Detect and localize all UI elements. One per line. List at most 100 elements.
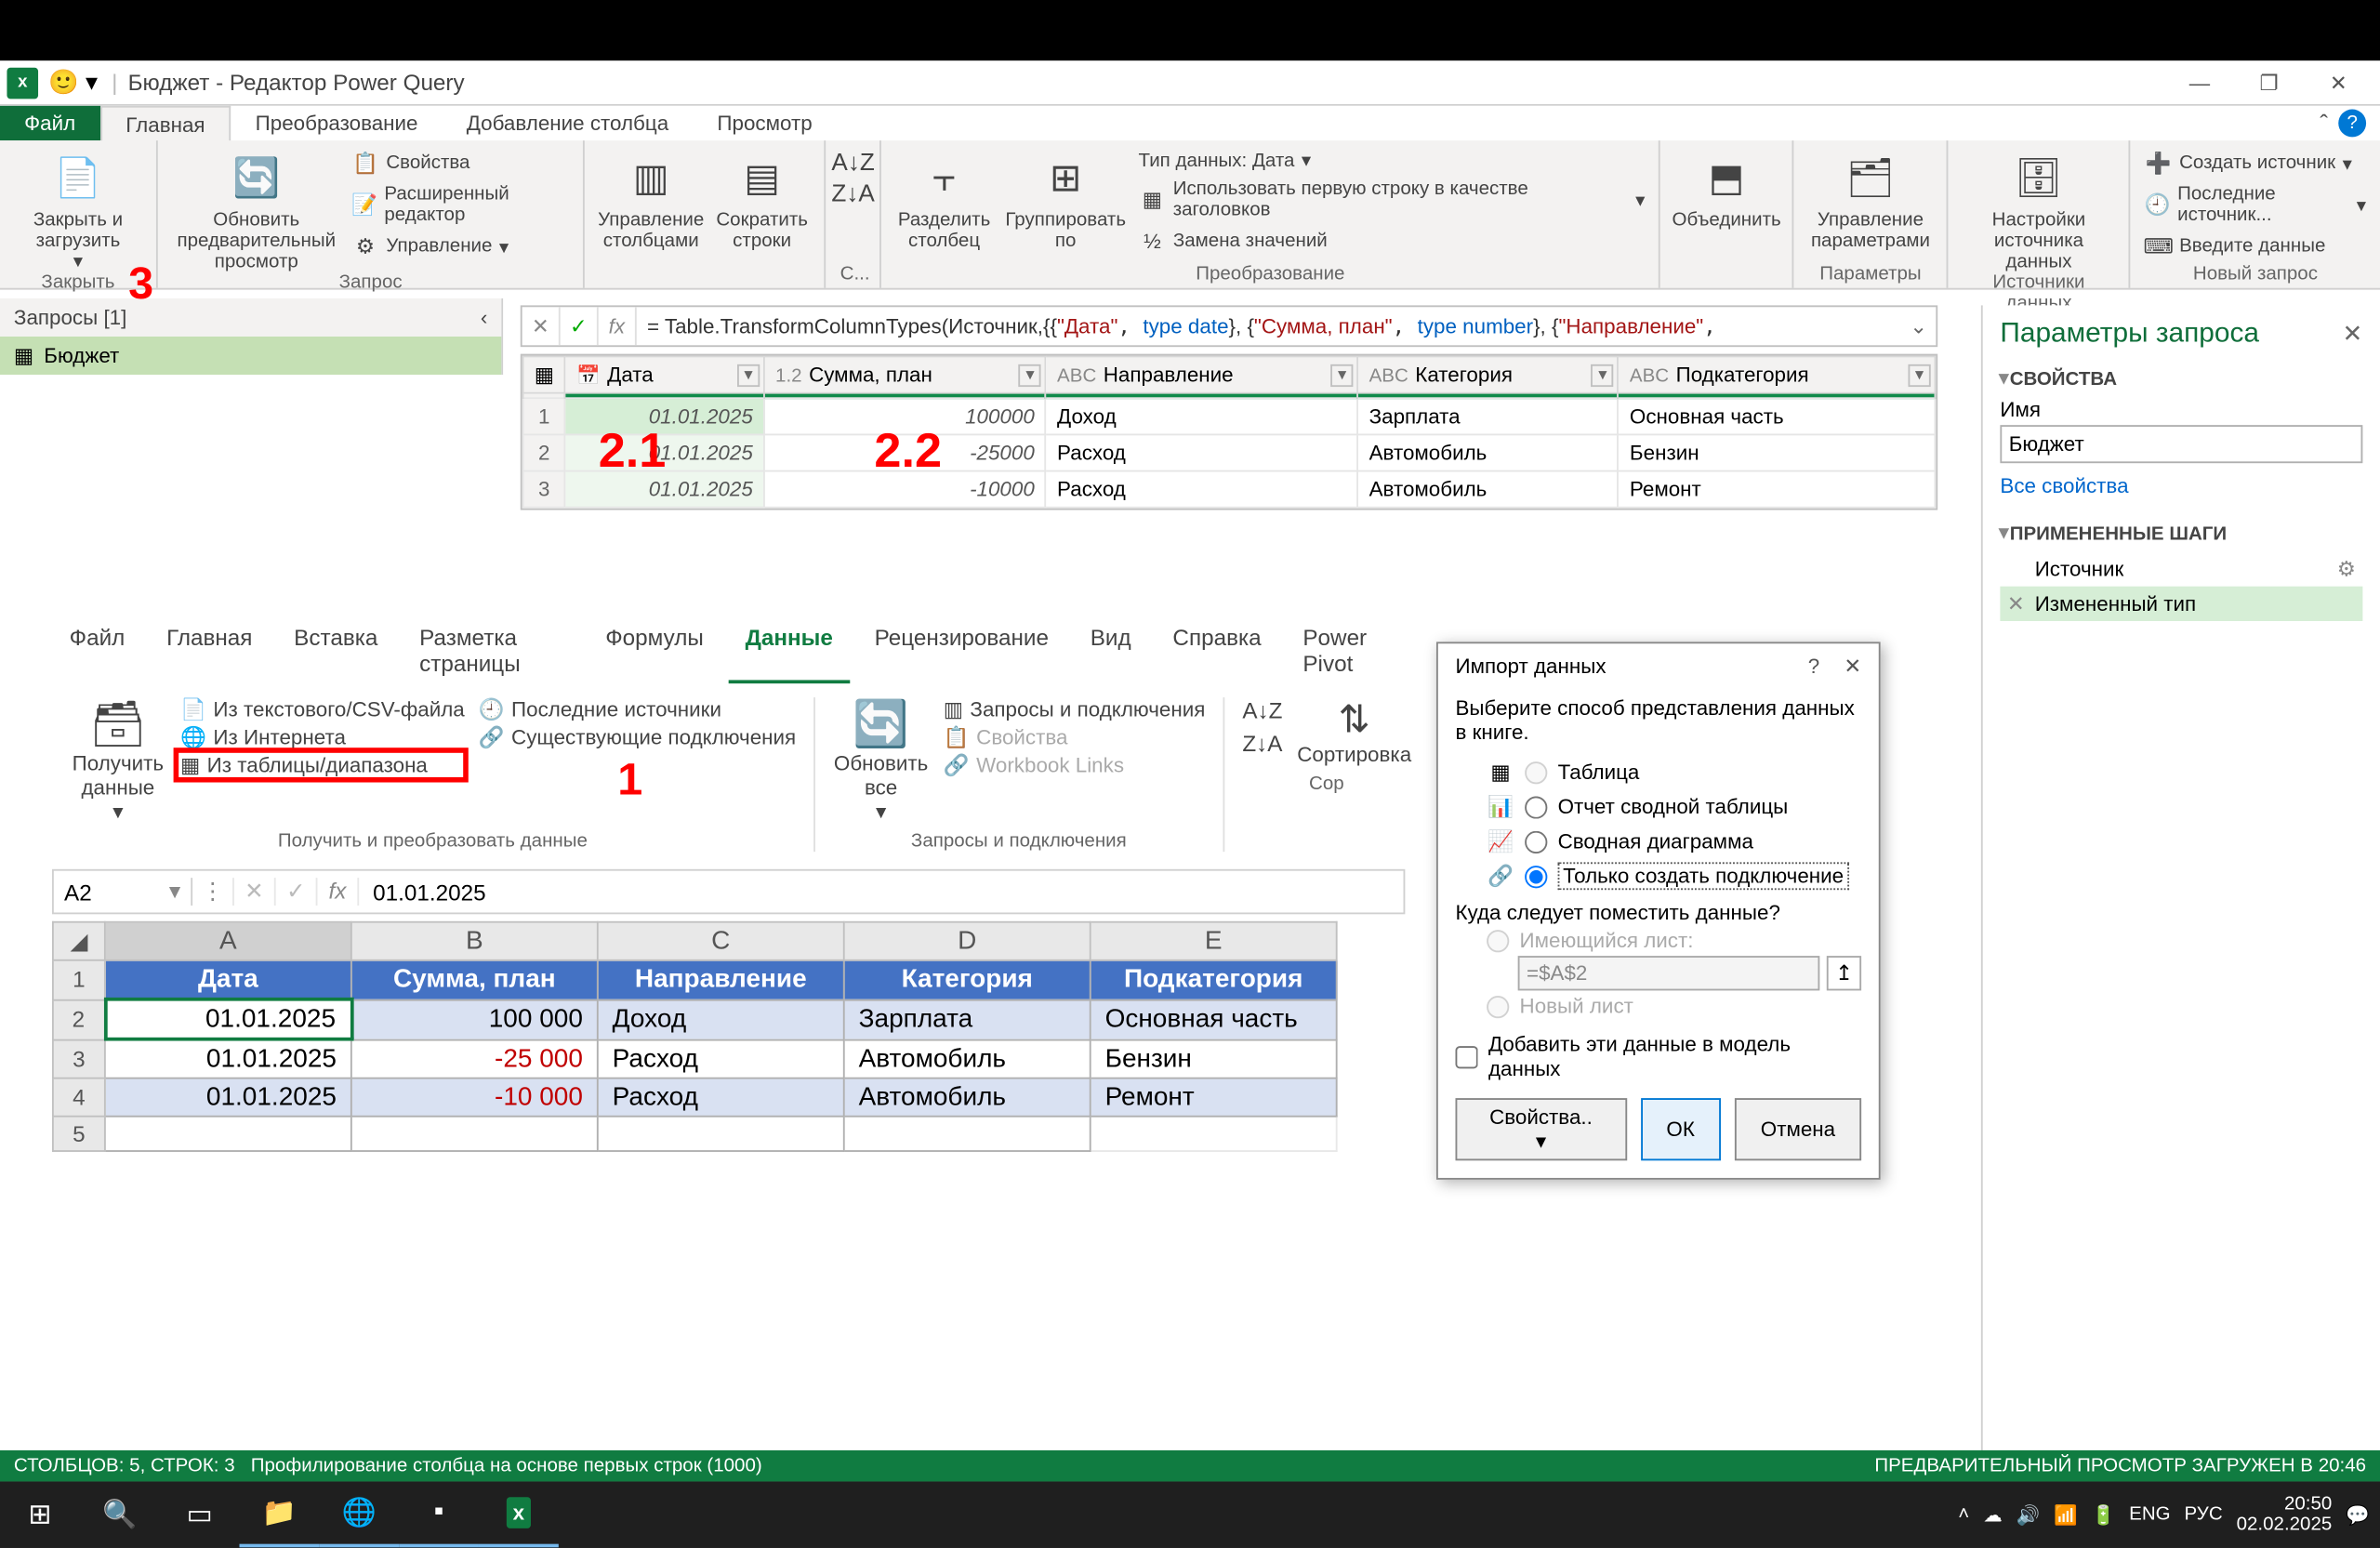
refresh-all-button[interactable]: 🔄 Обновить все ▾ [832,697,929,824]
excel-tab-review[interactable]: Рецензирование [857,617,1066,683]
collapse-icon[interactable]: ‹ [481,305,487,329]
sort-asc-icon[interactable]: A↓Z [831,148,874,176]
excel-button[interactable]: x [479,1481,559,1547]
reduce-rows-button[interactable]: ▤ Сократить строки [713,148,810,284]
split-column-button[interactable]: ⫟ Разделить столбец [895,148,992,264]
add-to-model-checkbox[interactable]: Добавить эти данные в модель данных [1455,1022,1861,1084]
col-B[interactable]: B [351,922,598,960]
existing-conn-button[interactable]: 🔗Существующие подключения [479,725,796,749]
close-panel-icon[interactable]: ✕ [2342,319,2362,351]
col-dir[interactable]: ABCНаправление▾ [1046,356,1358,392]
row-2-header[interactable]: 2 [53,999,105,1039]
status-profiling[interactable]: Профилирование столбца на основе первых … [251,1455,762,1475]
replace-values-button[interactable]: ½Замена значений [1139,226,1646,258]
select-all-corner[interactable]: ◢ [53,922,105,960]
col-A[interactable]: A [105,922,351,960]
opt-connection-only[interactable]: 🔗Только создать подключение [1455,859,1861,893]
table-row[interactable]: 3 01.01.2025 -25 000 Расход Автомобиль Б… [53,1039,1337,1078]
queries-conn-button[interactable]: ▥Запросы и подключения [944,697,1206,721]
filter-icon[interactable]: ▾ [1330,364,1353,387]
from-csv-button[interactable]: 📄Из текстового/CSV-файла [180,697,465,721]
insert-cell-icon[interactable]: ⋮ [192,878,234,906]
get-data-button[interactable]: 🗃 Получить данные ▾ [70,697,166,824]
properties-button[interactable]: 📋Свойства [351,148,570,179]
col-sum[interactable]: 1.2Сумма, план▾ [764,356,1046,392]
excel-tab-file[interactable]: Файл [52,617,142,683]
accept-formula-icon[interactable]: ✓ [561,307,599,345]
tab-transform[interactable]: Преобразование [231,106,443,140]
from-web-button[interactable]: 🌐Из Интернета [180,725,465,749]
col-E[interactable]: E [1091,922,1337,960]
steps-section-header[interactable]: ПРИМЕНЕННЫЕ ШАГИ [2000,523,2362,545]
dialog-close-icon[interactable]: ✕ [1844,654,1861,678]
table-row[interactable]: 4 01.01.2025 -10 000 Расход Автомобиль Р… [53,1078,1337,1117]
first-row-headers-button[interactable]: ▦Использовать первую строку в качестве з… [1139,177,1646,222]
table-row[interactable]: 101.01.2025100000ДоходЗарплатаОсновная ч… [523,398,1936,434]
new-source-button[interactable]: ➕Создать источник ▾ [2145,148,2366,179]
opt-pivot[interactable]: 📊Отчет сводной таблицы [1455,789,1861,824]
row-4-header[interactable]: 4 [53,1078,105,1117]
filter-icon[interactable]: ▾ [1592,364,1614,387]
name-box[interactable]: A2▾ [54,878,192,906]
recent-sources-button[interactable]: 🕘Последние источники [479,697,796,721]
excel-tab-formulas[interactable]: Формулы [588,617,721,683]
volume-icon[interactable]: 🔊 [2016,1503,2041,1526]
delete-step-icon[interactable]: ✕ [2007,591,2028,615]
excel-sheet[interactable]: ◢ A B C D E 1 Дата Сумма, план Направлен… [52,921,1338,1152]
query-name-input[interactable] [2000,425,2362,463]
terminal-button[interactable]: ▪ [399,1481,479,1547]
filter-icon[interactable]: ▾ [737,364,760,387]
dialog-help-icon[interactable]: ? [1808,654,1819,678]
radio-chart[interactable] [1525,830,1547,853]
explorer-button[interactable]: 📁 [239,1481,319,1547]
collapse-ribbon-icon[interactable]: ˆ [2320,110,2328,138]
excel-tab-data[interactable]: Данные [728,617,851,683]
tray-expand-icon[interactable]: ˄ [1958,1504,1969,1525]
datatype-button[interactable]: Тип данных: Дата ▾ [1139,148,1646,174]
chrome-button[interactable]: 🌐 [319,1481,399,1547]
radio-conn[interactable] [1525,865,1547,887]
maximize-button[interactable]: ❐ [2234,60,2304,106]
manage-columns-button[interactable]: ▥ Управление столбцами [599,148,703,284]
all-props-link[interactable]: Все свойства [2000,473,2362,497]
formula-expand-icon[interactable]: ⌄ [1901,314,1936,338]
tab-view[interactable]: Просмотр [693,106,837,140]
opt-table[interactable]: ▦Таблица [1455,755,1861,789]
manage-params-button[interactable]: 🗂 Управление параметрами [1808,148,1933,264]
step-changed-type[interactable]: ✕Измененный тип [2000,587,2362,621]
col-date[interactable]: 📅Дата▾ [565,356,764,392]
dialog-cancel-button[interactable]: Отмена [1735,1098,1861,1160]
table-header-row[interactable]: 1 Дата Сумма, план Направление Категория… [53,960,1337,999]
excel-tab-view[interactable]: Вид [1073,617,1148,683]
radio-pivot[interactable] [1525,796,1547,818]
excel-tab-help[interactable]: Справка [1156,617,1278,683]
query-item[interactable]: ▦ Бюджет [0,337,501,375]
conn-props-button[interactable]: 📋Свойства [944,725,1206,749]
battery-icon[interactable]: 🔋 [2092,1503,2116,1526]
table-row[interactable]: 301.01.2025-10000РасходАвтомобильРемонт [523,471,1936,508]
corner-cell[interactable]: ▦ [523,356,565,392]
namebox-drop-icon[interactable]: ▾ [169,878,180,906]
close-button[interactable]: ✕ [2304,60,2373,106]
minimize-button[interactable]: — [2165,60,2235,106]
excel-tab-insert[interactable]: Вставка [277,617,395,683]
formula-text[interactable]: = Table.TransformColumnTypes(Источник,{{… [637,314,1901,338]
from-table-button[interactable]: ▦Из таблицы/диапазона [180,753,465,777]
enter-data-button[interactable]: ⌨Введите данные [2145,231,2366,262]
gear-icon[interactable]: ⚙ [2337,557,2356,581]
col-C[interactable]: C [598,922,844,960]
search-button[interactable]: 🔍 [80,1481,160,1547]
excel-tab-layout[interactable]: Разметка страницы [402,617,581,683]
dialog-ok-button[interactable]: ОК [1640,1098,1720,1160]
task-view-button[interactable]: ▭ [160,1481,240,1547]
help-icon[interactable]: ? [2338,110,2366,138]
sort-asc-button[interactable]: A↓ZZ↓A [1242,697,1284,767]
cancel-formula-icon[interactable]: ✕ [522,307,561,345]
excel-tab-home[interactable]: Главная [149,617,270,683]
group-by-button[interactable]: ⊞ Группировать по [1003,148,1128,264]
fx-icon[interactable]: fx [317,878,359,906]
filter-icon[interactable]: ▾ [1019,364,1041,387]
workbook-links-button[interactable]: 🔗Workbook Links [944,753,1206,777]
tab-file[interactable]: Файл [0,106,99,140]
model-checkbox[interactable] [1455,1045,1477,1067]
